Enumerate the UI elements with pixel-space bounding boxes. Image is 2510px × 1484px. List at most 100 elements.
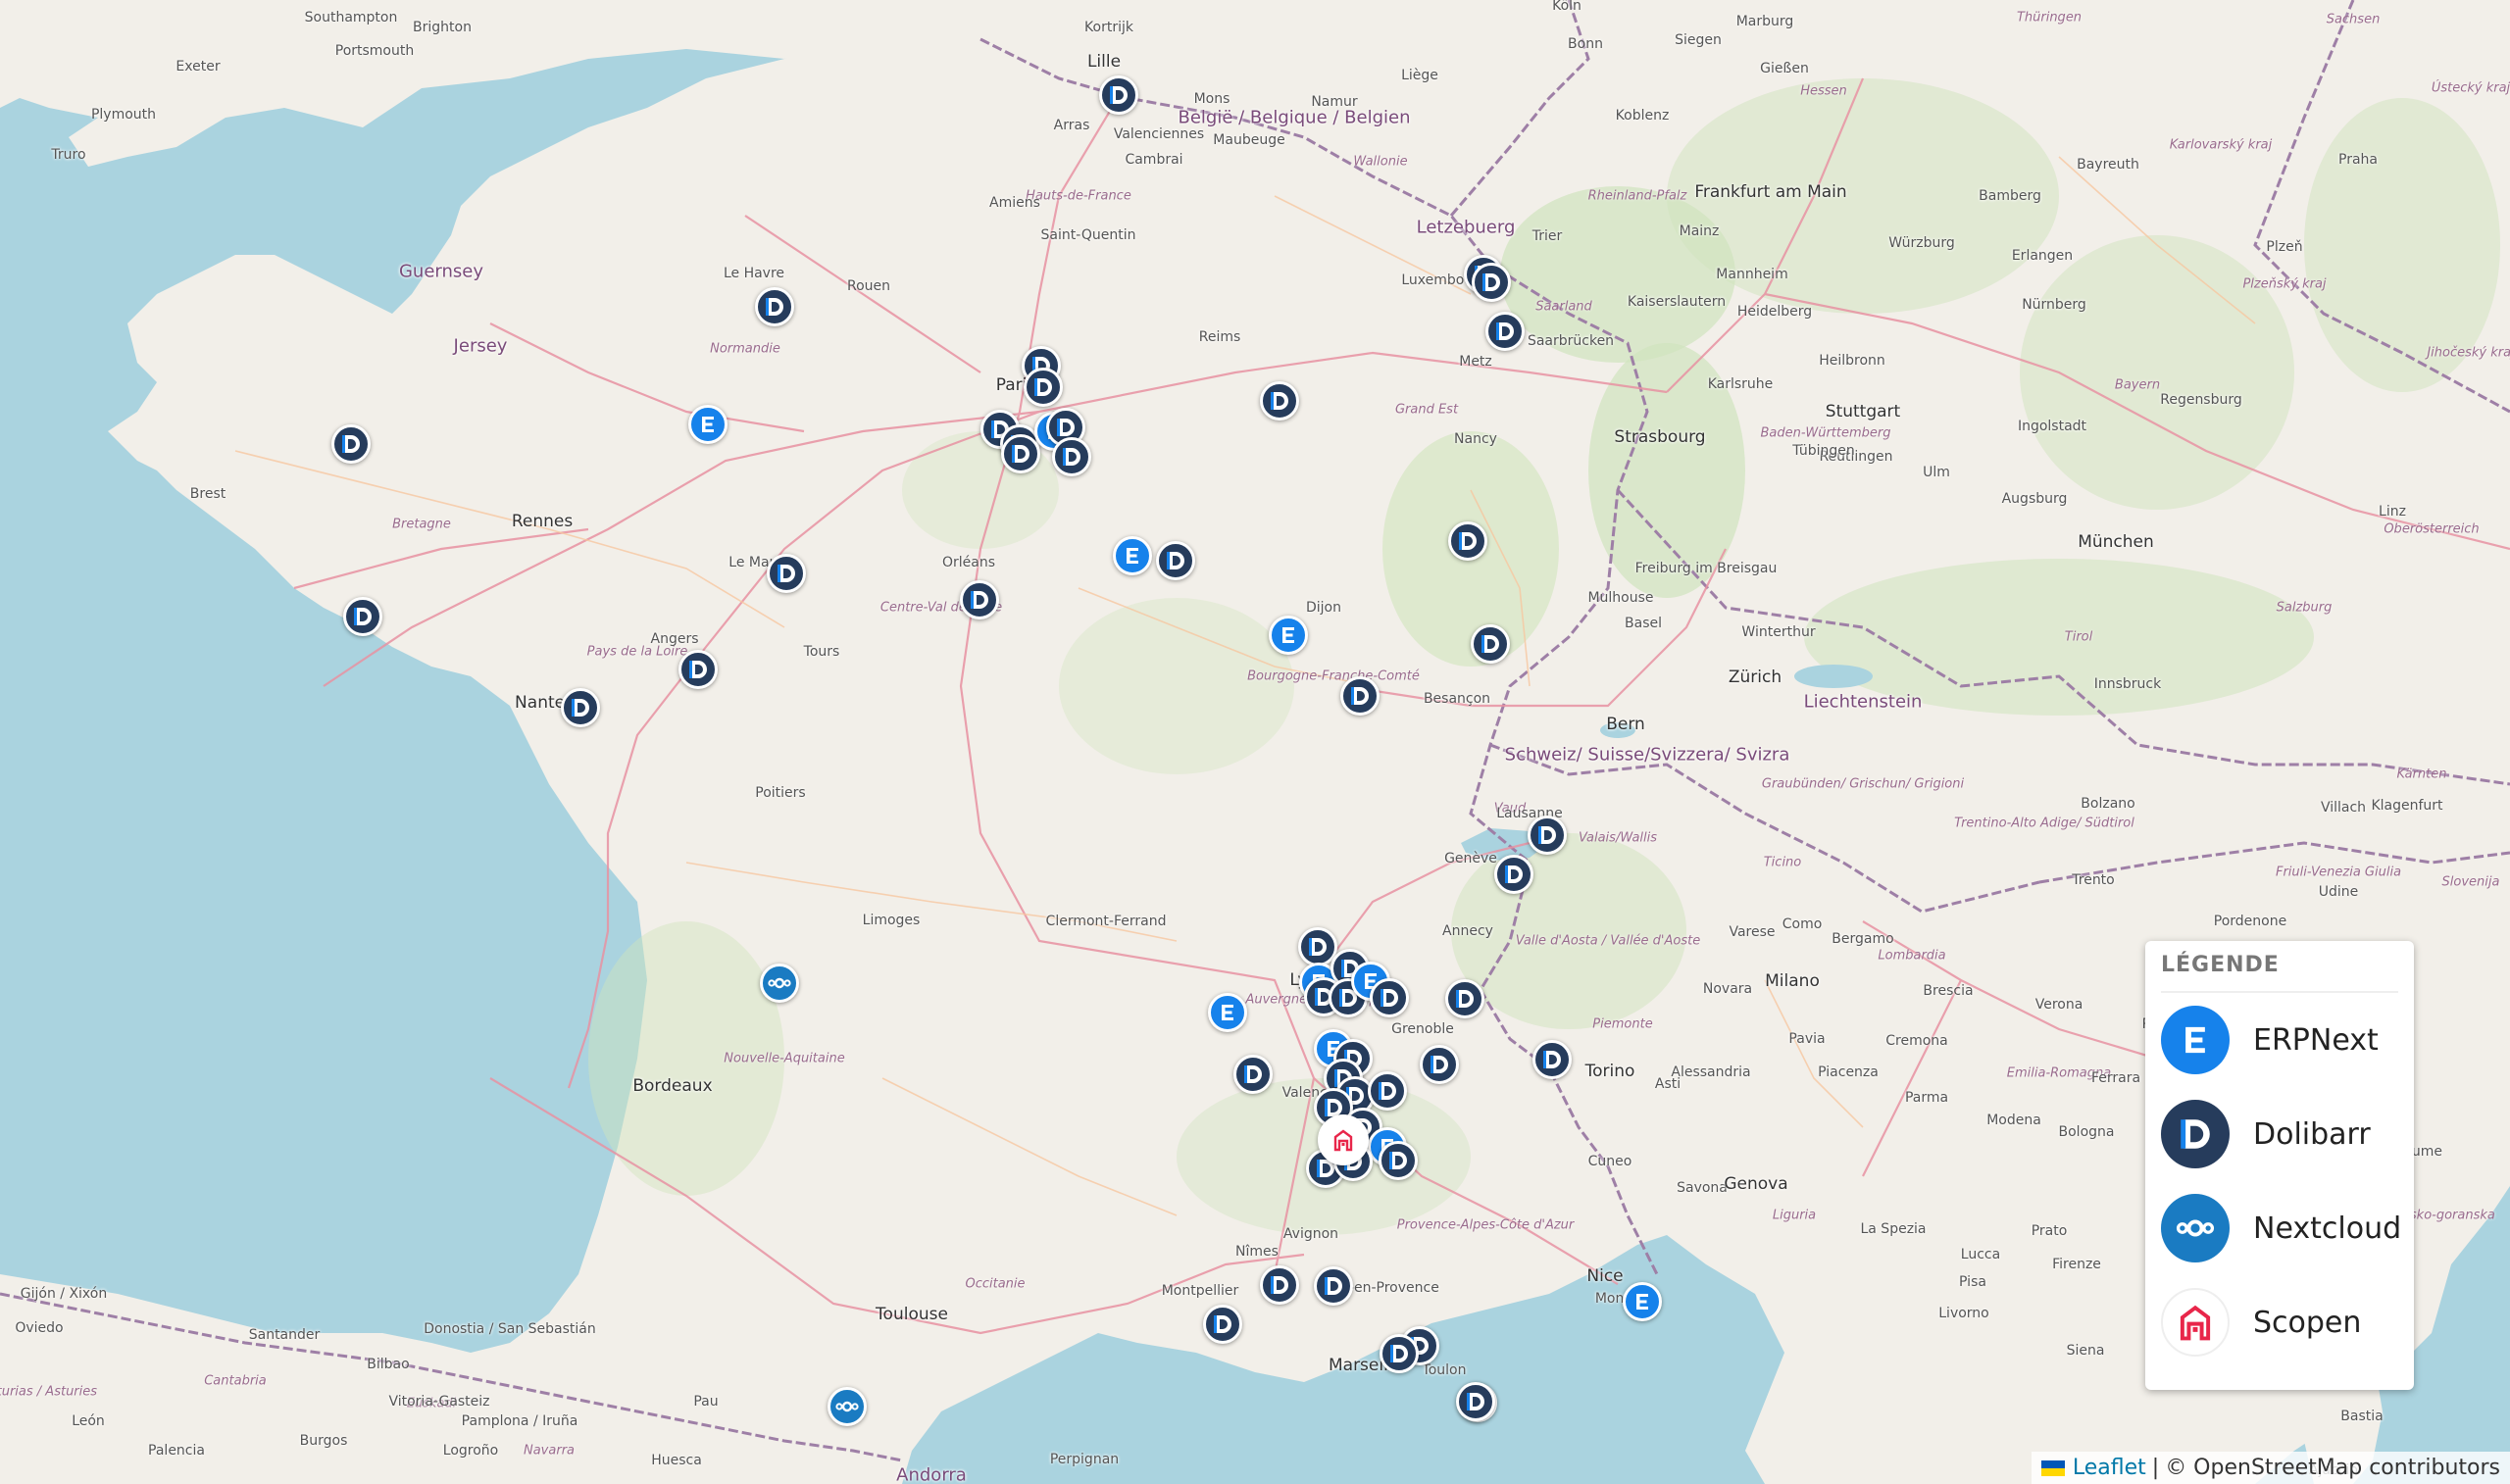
dolibarr-icon: [1034, 378, 1052, 396]
city-label: Linz: [2379, 504, 2406, 519]
dolibarr-marker[interactable]: [1532, 1040, 1572, 1079]
osm-contributors-text: © OpenStreetMap contributors: [2165, 1456, 2500, 1480]
city-label: Asti: [1654, 1076, 1682, 1092]
dolibarr-marker[interactable]: [343, 597, 382, 636]
dolibarr-icon: [1467, 1393, 1484, 1410]
erpnext-marker[interactable]: [1113, 536, 1152, 575]
region-label: Graubünden/ Grischun/ Grigioni: [1761, 776, 1965, 792]
city-label: Limoges: [862, 913, 921, 928]
city-label: Burgos: [299, 1433, 348, 1449]
dolibarr-marker[interactable]: [1370, 978, 1409, 1017]
dolibarr-marker[interactable]: [960, 580, 999, 619]
erpnext-marker[interactable]: [1269, 616, 1308, 655]
basemap[interactable]: [0, 0, 2510, 1484]
legend-item-nextcloud: Nextcloud: [2161, 1181, 2402, 1275]
city-label: Plzeň: [2266, 239, 2303, 255]
city-label: Saint-Quentin: [1040, 227, 1136, 243]
dolibarr-marker[interactable]: [1456, 1382, 1495, 1421]
city-label: Siegen: [1675, 32, 1722, 48]
city-label: Bastia: [2340, 1409, 2384, 1424]
city-label: Metz: [1459, 354, 1492, 370]
city-label: Amiens: [989, 195, 1040, 211]
city-label: Clermont-Ferrand: [1045, 914, 1167, 929]
dolibarr-marker[interactable]: [1528, 816, 1567, 855]
city-label: Toulouse: [876, 1305, 948, 1324]
dolibarr-marker[interactable]: [1099, 75, 1138, 115]
city-label: Frankfurt am Main: [1694, 182, 1847, 202]
erpnext-marker[interactable]: [1623, 1282, 1662, 1321]
dolibarr-icon: [1012, 445, 1029, 463]
city-label: Basel: [1625, 616, 1662, 631]
dolibarr-marker[interactable]: [1494, 855, 1533, 894]
region-label: Rheinland-Pfalz: [1587, 188, 1687, 204]
dolibarr-marker[interactable]: [1379, 1141, 1418, 1180]
region-label: Occitanie: [965, 1276, 1026, 1292]
dolibarr-marker[interactable]: [1420, 1045, 1459, 1084]
dolibarr-icon: [1505, 866, 1523, 883]
region-label: Slovenija: [2441, 874, 2500, 890]
city-label: Milano: [1765, 971, 1820, 991]
dolibarr-marker[interactable]: [678, 650, 718, 689]
legend-label: Scopen: [2253, 1305, 2362, 1340]
region-label: Bayern: [2114, 377, 2161, 393]
dolibarr-marker[interactable]: [1380, 1334, 1419, 1373]
region-label: Asturias / Asturies: [0, 1384, 98, 1400]
city-label: Siena: [2066, 1343, 2105, 1359]
city-label: Prato: [2031, 1223, 2068, 1239]
dolibarr-marker[interactable]: [1448, 521, 1487, 561]
region-label: Piemonte: [1592, 1016, 1653, 1032]
country-label: Andorra: [896, 1464, 967, 1484]
city-label: Reims: [1198, 329, 1241, 345]
region-label: Plzeňský kraj: [2242, 276, 2327, 292]
dolibarr-marker[interactable]: [1471, 624, 1510, 664]
region-label: Provence-Alpes-Côte d'Azur: [1396, 1217, 1575, 1233]
dolibarr-marker[interactable]: [1052, 437, 1091, 476]
nextcloud-marker[interactable]: [828, 1387, 867, 1426]
dolibarr-marker[interactable]: [1485, 312, 1525, 351]
city-label: Santander: [248, 1327, 321, 1343]
dolibarr-marker[interactable]: [767, 554, 806, 593]
dolibarr-marker[interactable]: [1001, 434, 1040, 473]
dolibarr-marker[interactable]: [1260, 1265, 1299, 1305]
dolibarr-marker[interactable]: [755, 287, 794, 326]
region-label: Kärnten: [2396, 767, 2447, 782]
city-label: Tours: [803, 644, 840, 660]
city-label: Modena: [1986, 1113, 2041, 1128]
scopen-marker[interactable]: [1318, 1114, 1369, 1165]
dolibarr-marker[interactable]: [1156, 541, 1195, 580]
country-label: Schweiz/ Suisse/Svizzera/ Svizra: [1504, 744, 1790, 766]
city-label: Koblenz: [1615, 108, 1670, 124]
city-label: Livorno: [1938, 1306, 1989, 1321]
erpnext-marker[interactable]: [1208, 993, 1247, 1032]
region-label: Bretagne: [392, 517, 451, 532]
dolibarr-icon: [1538, 826, 1556, 844]
city-label: Montpellier: [1161, 1283, 1239, 1299]
dolibarr-marker[interactable]: [331, 424, 371, 464]
nextcloud-marker[interactable]: [760, 964, 799, 1003]
map-container[interactable]: België / Belgique / Belgien Letzebuerg Sch…: [0, 0, 2510, 1484]
dolibarr-marker[interactable]: [1472, 263, 1511, 302]
dolibarr-marker[interactable]: [1024, 368, 1063, 407]
dolibarr-marker[interactable]: [561, 688, 600, 727]
legend-label: Nextcloud: [2253, 1211, 2402, 1246]
dolibarr-marker[interactable]: [1233, 1055, 1273, 1094]
city-label: Rennes: [511, 512, 574, 531]
dolibarr-marker[interactable]: [1260, 381, 1299, 420]
region-label: Baden-Württemberg: [1760, 425, 1891, 441]
dolibarr-marker[interactable]: [1340, 676, 1380, 716]
dolibarr-icon: [1389, 1152, 1407, 1169]
city-label: Southampton: [304, 10, 398, 25]
dolibarr-marker[interactable]: [1445, 979, 1484, 1018]
dolibarr-marker[interactable]: [1368, 1071, 1407, 1111]
region-label: Liguria: [1772, 1208, 1817, 1223]
city-label: Heidelberg: [1736, 304, 1813, 320]
dolibarr-marker[interactable]: [1203, 1305, 1242, 1344]
legend-item-dolibarr: Dolibarr: [2161, 1087, 2398, 1181]
city-label: Pisa: [1959, 1274, 1986, 1290]
leaflet-link[interactable]: Leaflet: [2073, 1456, 2146, 1480]
erpnext-marker[interactable]: [688, 405, 728, 444]
dolibarr-marker[interactable]: [1314, 1266, 1353, 1306]
city-label: Gießen: [1760, 61, 1809, 76]
city-label: Annecy: [1442, 923, 1493, 939]
city-label: Brighton: [413, 20, 472, 35]
